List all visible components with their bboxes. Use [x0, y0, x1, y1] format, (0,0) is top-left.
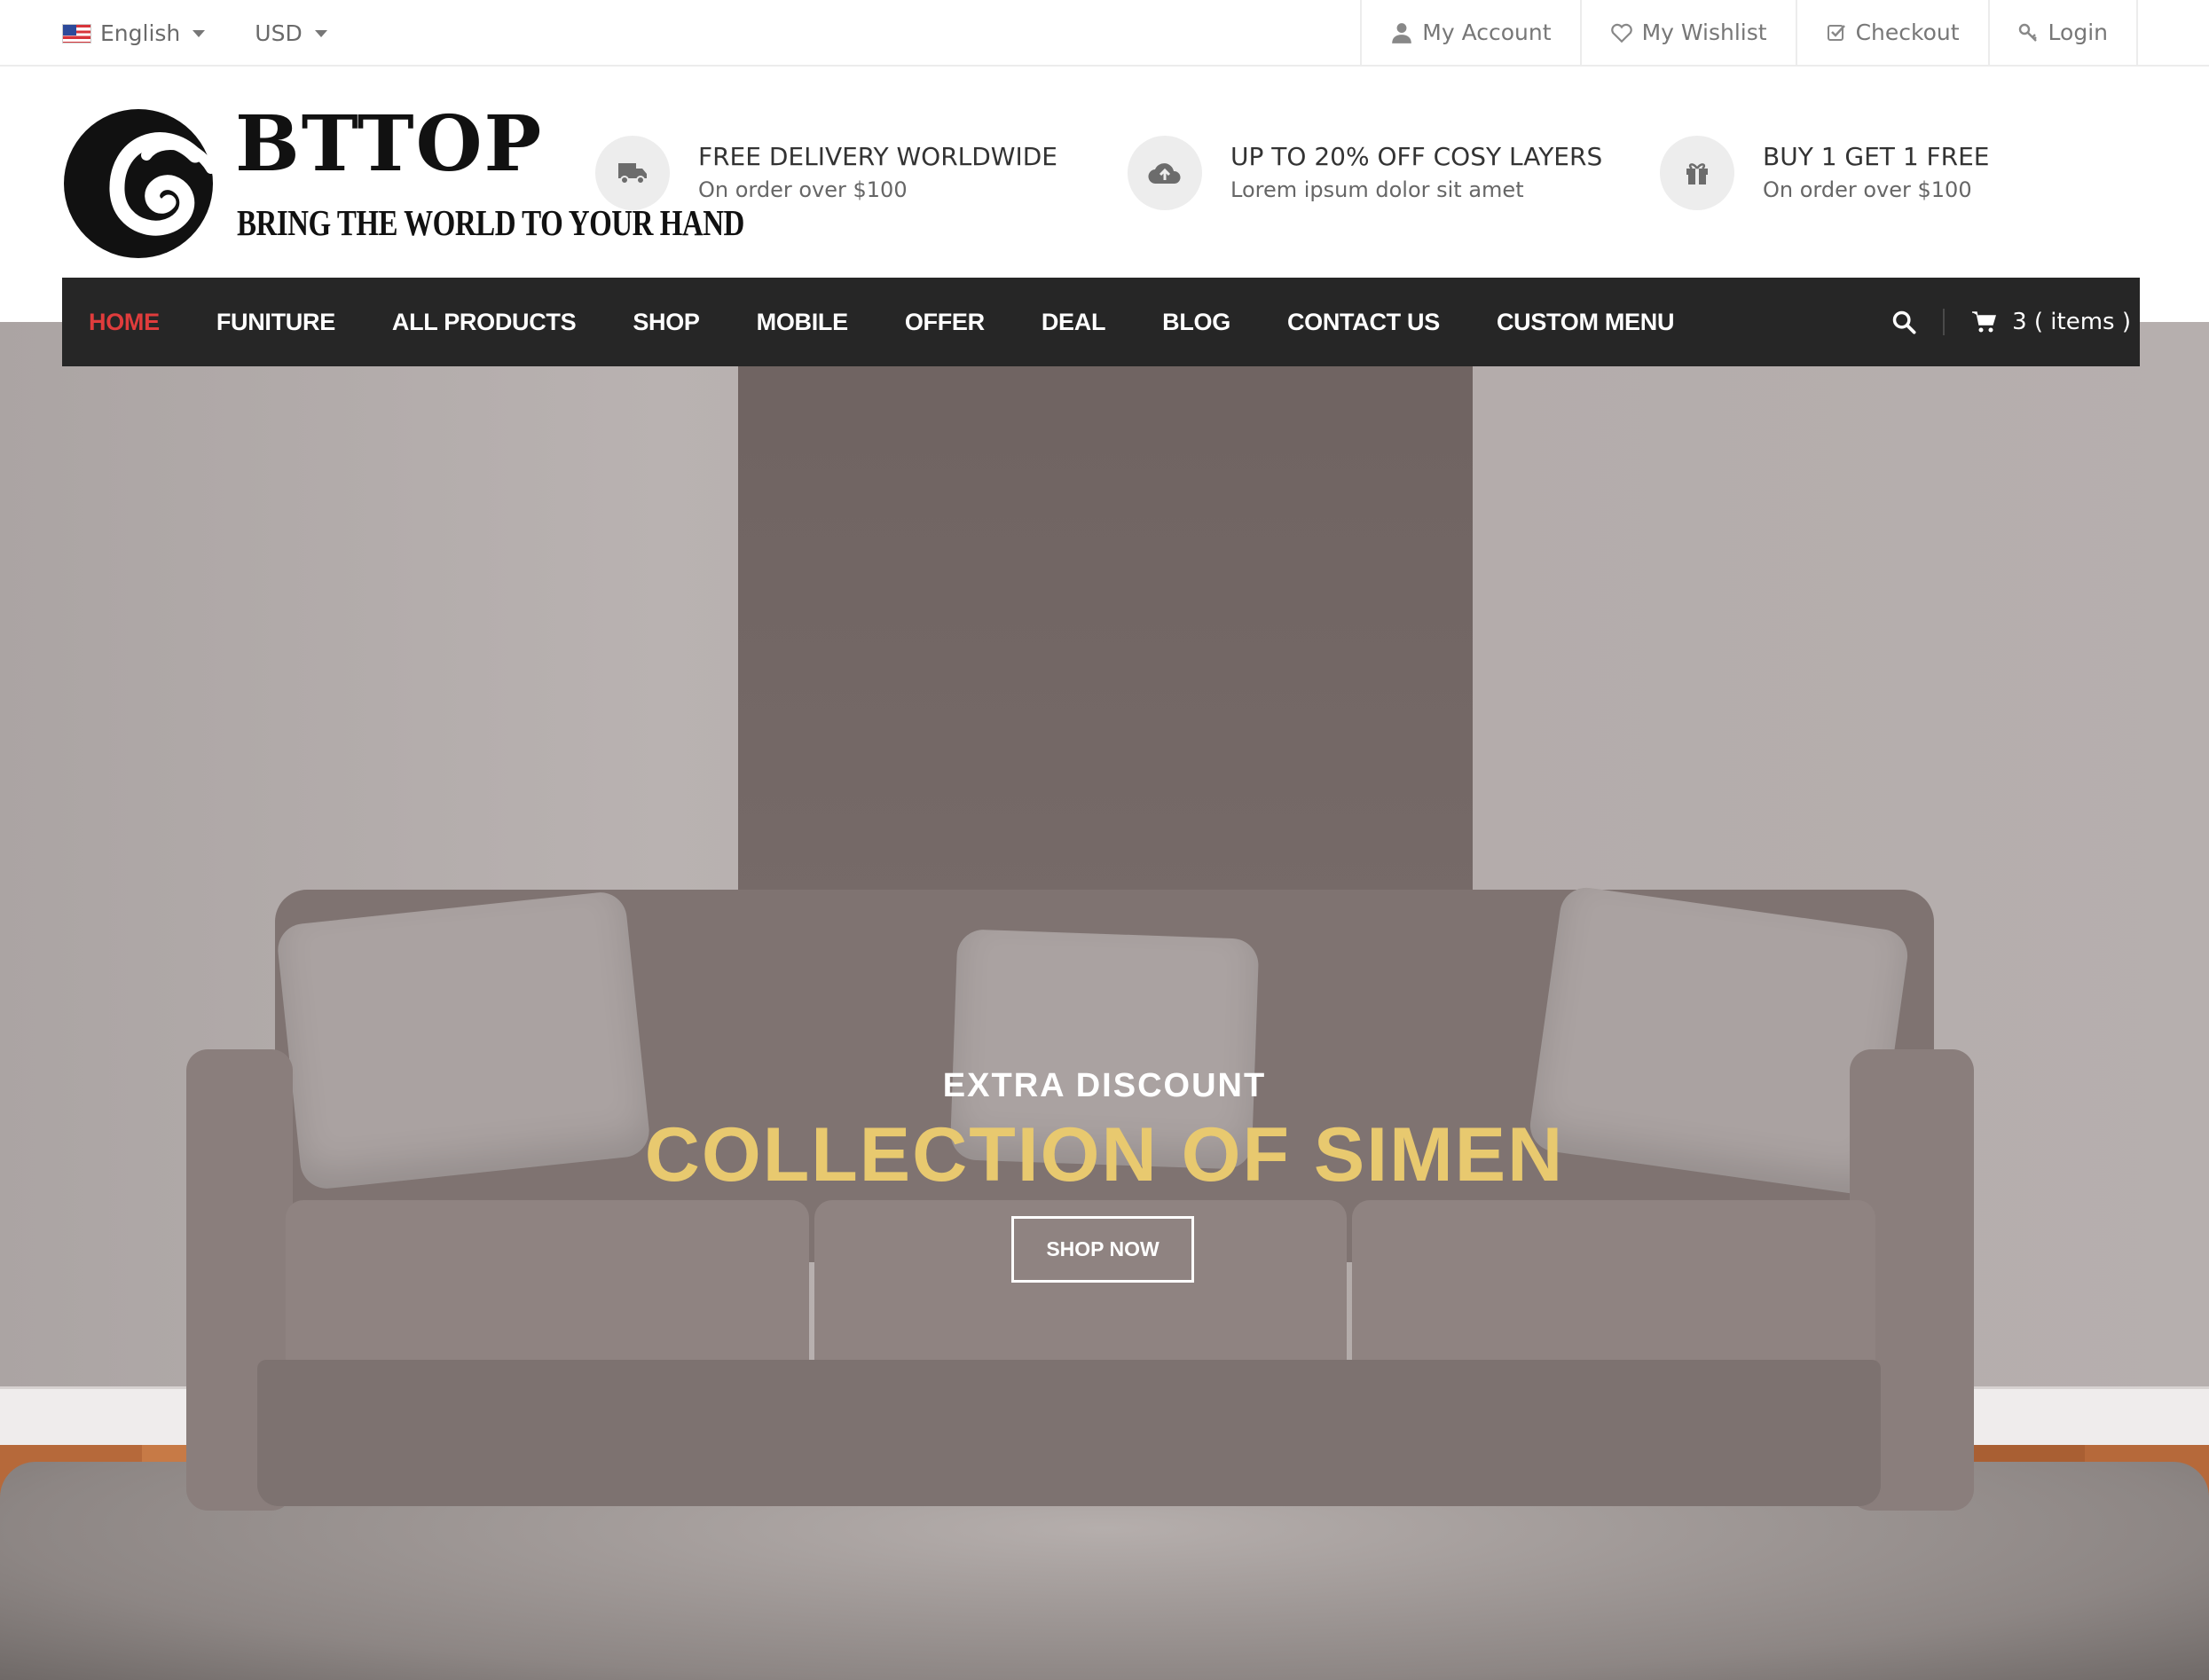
logo-swirl-icon — [64, 109, 216, 258]
feature-title: UP TO 20% OFF COSY LAYERS — [1230, 142, 1603, 171]
language-selector[interactable]: English — [62, 20, 206, 46]
my-wishlist-link[interactable]: My Wishlist — [1579, 0, 1796, 65]
heart-icon — [1610, 22, 1633, 43]
checkbox-icon — [1826, 22, 1847, 43]
login-label: Login — [2048, 20, 2108, 45]
nav-item-contact-us[interactable]: CONTACT US — [1287, 309, 1440, 336]
site-logo[interactable]: BTTOP BRING THE WORLD TO YOUR HAND — [62, 99, 744, 262]
main-nav: HOME FUNITURE ALL PRODUCTS SHOP MOBILE O… — [62, 278, 2140, 366]
feature-title: BUY 1 GET 1 FREE — [1763, 142, 1990, 171]
nav-item-home[interactable]: HOME — [89, 309, 160, 336]
nav-item-funiture[interactable]: FUNITURE — [216, 309, 335, 336]
top-utility-bar: English USD My Account My Wishlist Check… — [0, 0, 2209, 67]
feature-discount: UP TO 20% OFF COSY LAYERS Lorem ipsum do… — [1128, 136, 1602, 210]
my-wishlist-label: My Wishlist — [1641, 20, 1767, 45]
nav-item-custom-menu[interactable]: CUSTOM MENU — [1497, 309, 1675, 336]
us-flag-icon — [62, 23, 91, 43]
truck-icon — [595, 136, 670, 210]
key-icon — [2018, 22, 2040, 43]
logo-wordmark: BTTOP — [235, 99, 544, 189]
chevron-down-icon — [314, 29, 327, 37]
my-account-label: My Account — [1422, 20, 1552, 45]
cloud-upload-icon — [1128, 136, 1202, 210]
shop-now-button[interactable]: SHOP NOW — [1011, 1216, 1194, 1283]
currency-selector[interactable]: USD — [255, 20, 327, 46]
chevron-down-icon — [193, 29, 206, 37]
gift-icon — [1660, 136, 1734, 210]
feature-subtitle: Lorem ipsum dolor sit amet — [1230, 177, 1524, 202]
feature-subtitle: On order over $100 — [1763, 177, 1972, 202]
account-links: My Account My Wishlist Checkout Login — [1360, 0, 2138, 67]
nav-item-offer[interactable]: OFFER — [905, 309, 985, 336]
checkout-label: Checkout — [1855, 20, 1960, 45]
shopping-cart-icon — [1971, 310, 1997, 334]
nav-tools: 3 ( items ) — [1865, 278, 2131, 366]
search-icon — [1891, 310, 1916, 334]
hero-caption: EXTRA DISCOUNT COLLECTION OF SIMEN SHOP … — [0, 322, 2209, 1680]
user-icon — [1390, 21, 1413, 44]
search-button[interactable] — [1865, 309, 1946, 335]
feature-bogo: BUY 1 GET 1 FREE On order over $100 — [1660, 136, 1989, 210]
hero-title: COLLECTION OF SIMEN — [644, 1112, 1565, 1197]
nav-item-deal[interactable]: DEAL — [1042, 309, 1106, 336]
locale-selectors: English USD — [62, 0, 377, 67]
nav-item-blog[interactable]: BLOG — [1162, 309, 1230, 336]
my-account-link[interactable]: My Account — [1360, 0, 1579, 65]
nav-item-shop[interactable]: SHOP — [633, 309, 700, 336]
feature-title: FREE DELIVERY WORLDWIDE — [698, 142, 1058, 171]
currency-label: USD — [255, 20, 303, 46]
cart-count: 3 ( items ) — [2012, 309, 2131, 335]
language-label: English — [100, 20, 181, 46]
feature-free-delivery: FREE DELIVERY WORLDWIDE On order over $1… — [595, 136, 1057, 210]
feature-subtitle: On order over $100 — [698, 177, 908, 202]
login-link[interactable]: Login — [1987, 0, 2138, 65]
cart-button[interactable]: 3 ( items ) — [1945, 309, 2131, 335]
checkout-link[interactable]: Checkout — [1795, 0, 1988, 65]
hero-subtitle: EXTRA DISCOUNT — [942, 1067, 1267, 1104]
main-nav-items: HOME FUNITURE ALL PRODUCTS SHOP MOBILE O… — [62, 309, 1731, 336]
nav-item-all-products[interactable]: ALL PRODUCTS — [392, 309, 577, 336]
nav-item-mobile[interactable]: MOBILE — [757, 309, 849, 336]
hero-banner: EXTRA DISCOUNT COLLECTION OF SIMEN SHOP … — [0, 322, 2209, 1680]
